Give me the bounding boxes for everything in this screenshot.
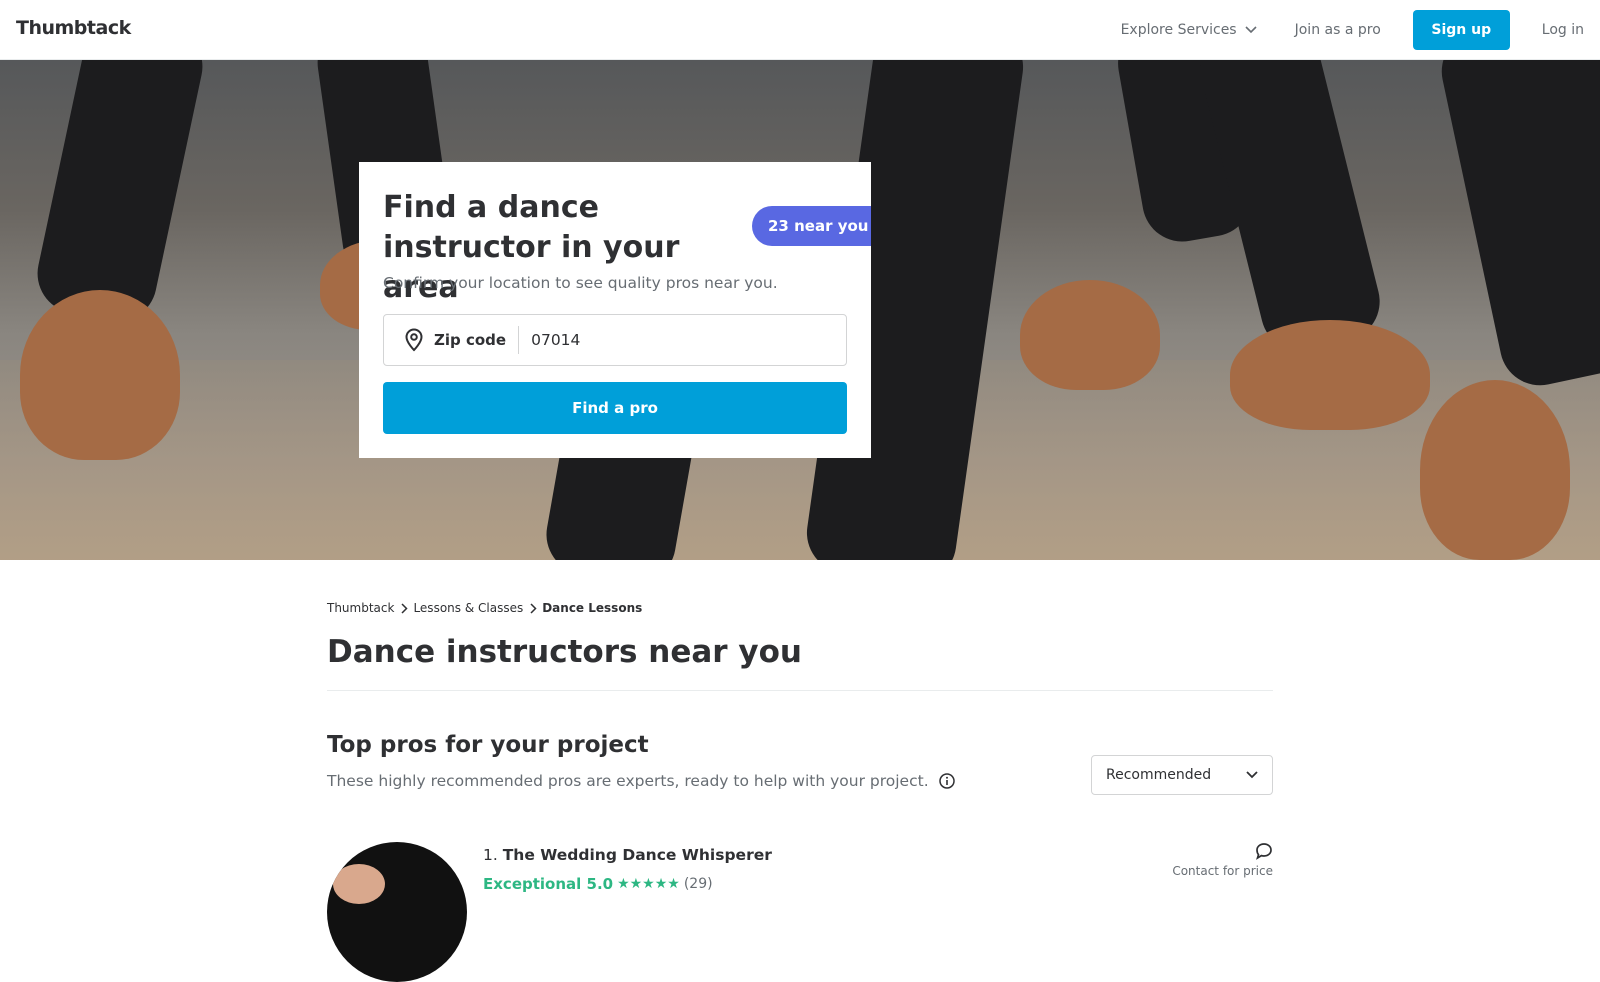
search-card: Find a dance instructor in your area 23 …	[359, 162, 871, 458]
near-you-badge: 23 near you	[752, 206, 871, 246]
hero-photo-shoe	[1020, 280, 1160, 390]
hero-photo-shoe	[1420, 380, 1570, 560]
info-icon[interactable]	[938, 773, 955, 789]
nav-links: Explore Services Join as a pro Sign up L…	[1121, 0, 1600, 60]
zip-code-input[interactable]	[531, 331, 832, 349]
location-pin-icon	[405, 328, 423, 352]
pro-name-text: The Wedding Dance Whisperer	[502, 846, 772, 864]
breadcrumb-dance-lessons: Dance Lessons	[542, 601, 643, 615]
thumbtack-logo[interactable]: Thumbtack	[16, 17, 131, 39]
section-divider	[327, 690, 1273, 691]
top-pros-heading: Top pros for your project	[327, 732, 649, 758]
hero-photo-shoe	[1230, 320, 1430, 430]
pro-rank: 1.	[483, 846, 498, 864]
search-card-subtitle: Confirm your location to see quality pro…	[383, 274, 778, 292]
sign-up-button[interactable]: Sign up	[1412, 10, 1510, 50]
pro-rating: Exceptional 5.0 ★★★★★ (29)	[483, 875, 713, 893]
chevron-down-icon	[1245, 26, 1257, 34]
log-in-link[interactable]: Log in	[1542, 22, 1584, 38]
chevron-right-icon	[401, 602, 409, 614]
pro-list-item[interactable]: 1. The Wedding Dance Whisperer Exception…	[327, 842, 1273, 982]
top-pros-subtitle: These highly recommended pros are expert…	[327, 772, 955, 790]
chevron-down-icon	[1246, 771, 1258, 779]
hero-photo-leg	[30, 60, 210, 330]
page-title: Dance instructors near you	[327, 634, 802, 670]
hero-photo-leg	[1434, 60, 1600, 393]
avatar-photo-detail	[333, 864, 385, 904]
explore-services-label: Explore Services	[1120, 22, 1237, 38]
explore-services-dropdown[interactable]: Explore Services	[1121, 22, 1257, 38]
top-nav-bar: Thumbtack Explore Services Join as a pro…	[0, 0, 1600, 60]
chat-bubble-icon	[1256, 843, 1272, 860]
find-a-pro-button[interactable]: Find a pro	[383, 382, 847, 434]
breadcrumb-thumbtack[interactable]: Thumbtack	[327, 601, 394, 615]
star-rating-icon: ★★★★★	[617, 876, 680, 892]
review-count: (29)	[683, 876, 713, 892]
breadcrumb-lessons-classes[interactable]: Lessons & Classes	[413, 601, 523, 615]
rating-label: Exceptional 5.0	[483, 875, 614, 893]
chevron-right-icon	[530, 602, 537, 614]
contact-for-price[interactable]: Contact for price	[1172, 842, 1273, 878]
sort-select[interactable]: Recommended	[1091, 755, 1273, 795]
zip-code-field[interactable]: Zip code	[383, 314, 847, 366]
hero-photo-shoe	[20, 290, 180, 460]
breadcrumb: Thumbtack Lessons & Classes Dance Lesson…	[327, 601, 642, 615]
join-as-pro-link[interactable]: Join as a pro	[1295, 22, 1381, 38]
pro-avatar[interactable]	[327, 842, 467, 982]
top-pros-subtitle-text: These highly recommended pros are expert…	[327, 772, 929, 790]
sort-select-value: Recommended	[1106, 767, 1212, 783]
pro-name[interactable]: 1. The Wedding Dance Whisperer	[483, 846, 772, 864]
contact-for-price-text: Contact for price	[1172, 864, 1273, 878]
zip-code-label: Zip code	[434, 326, 520, 354]
